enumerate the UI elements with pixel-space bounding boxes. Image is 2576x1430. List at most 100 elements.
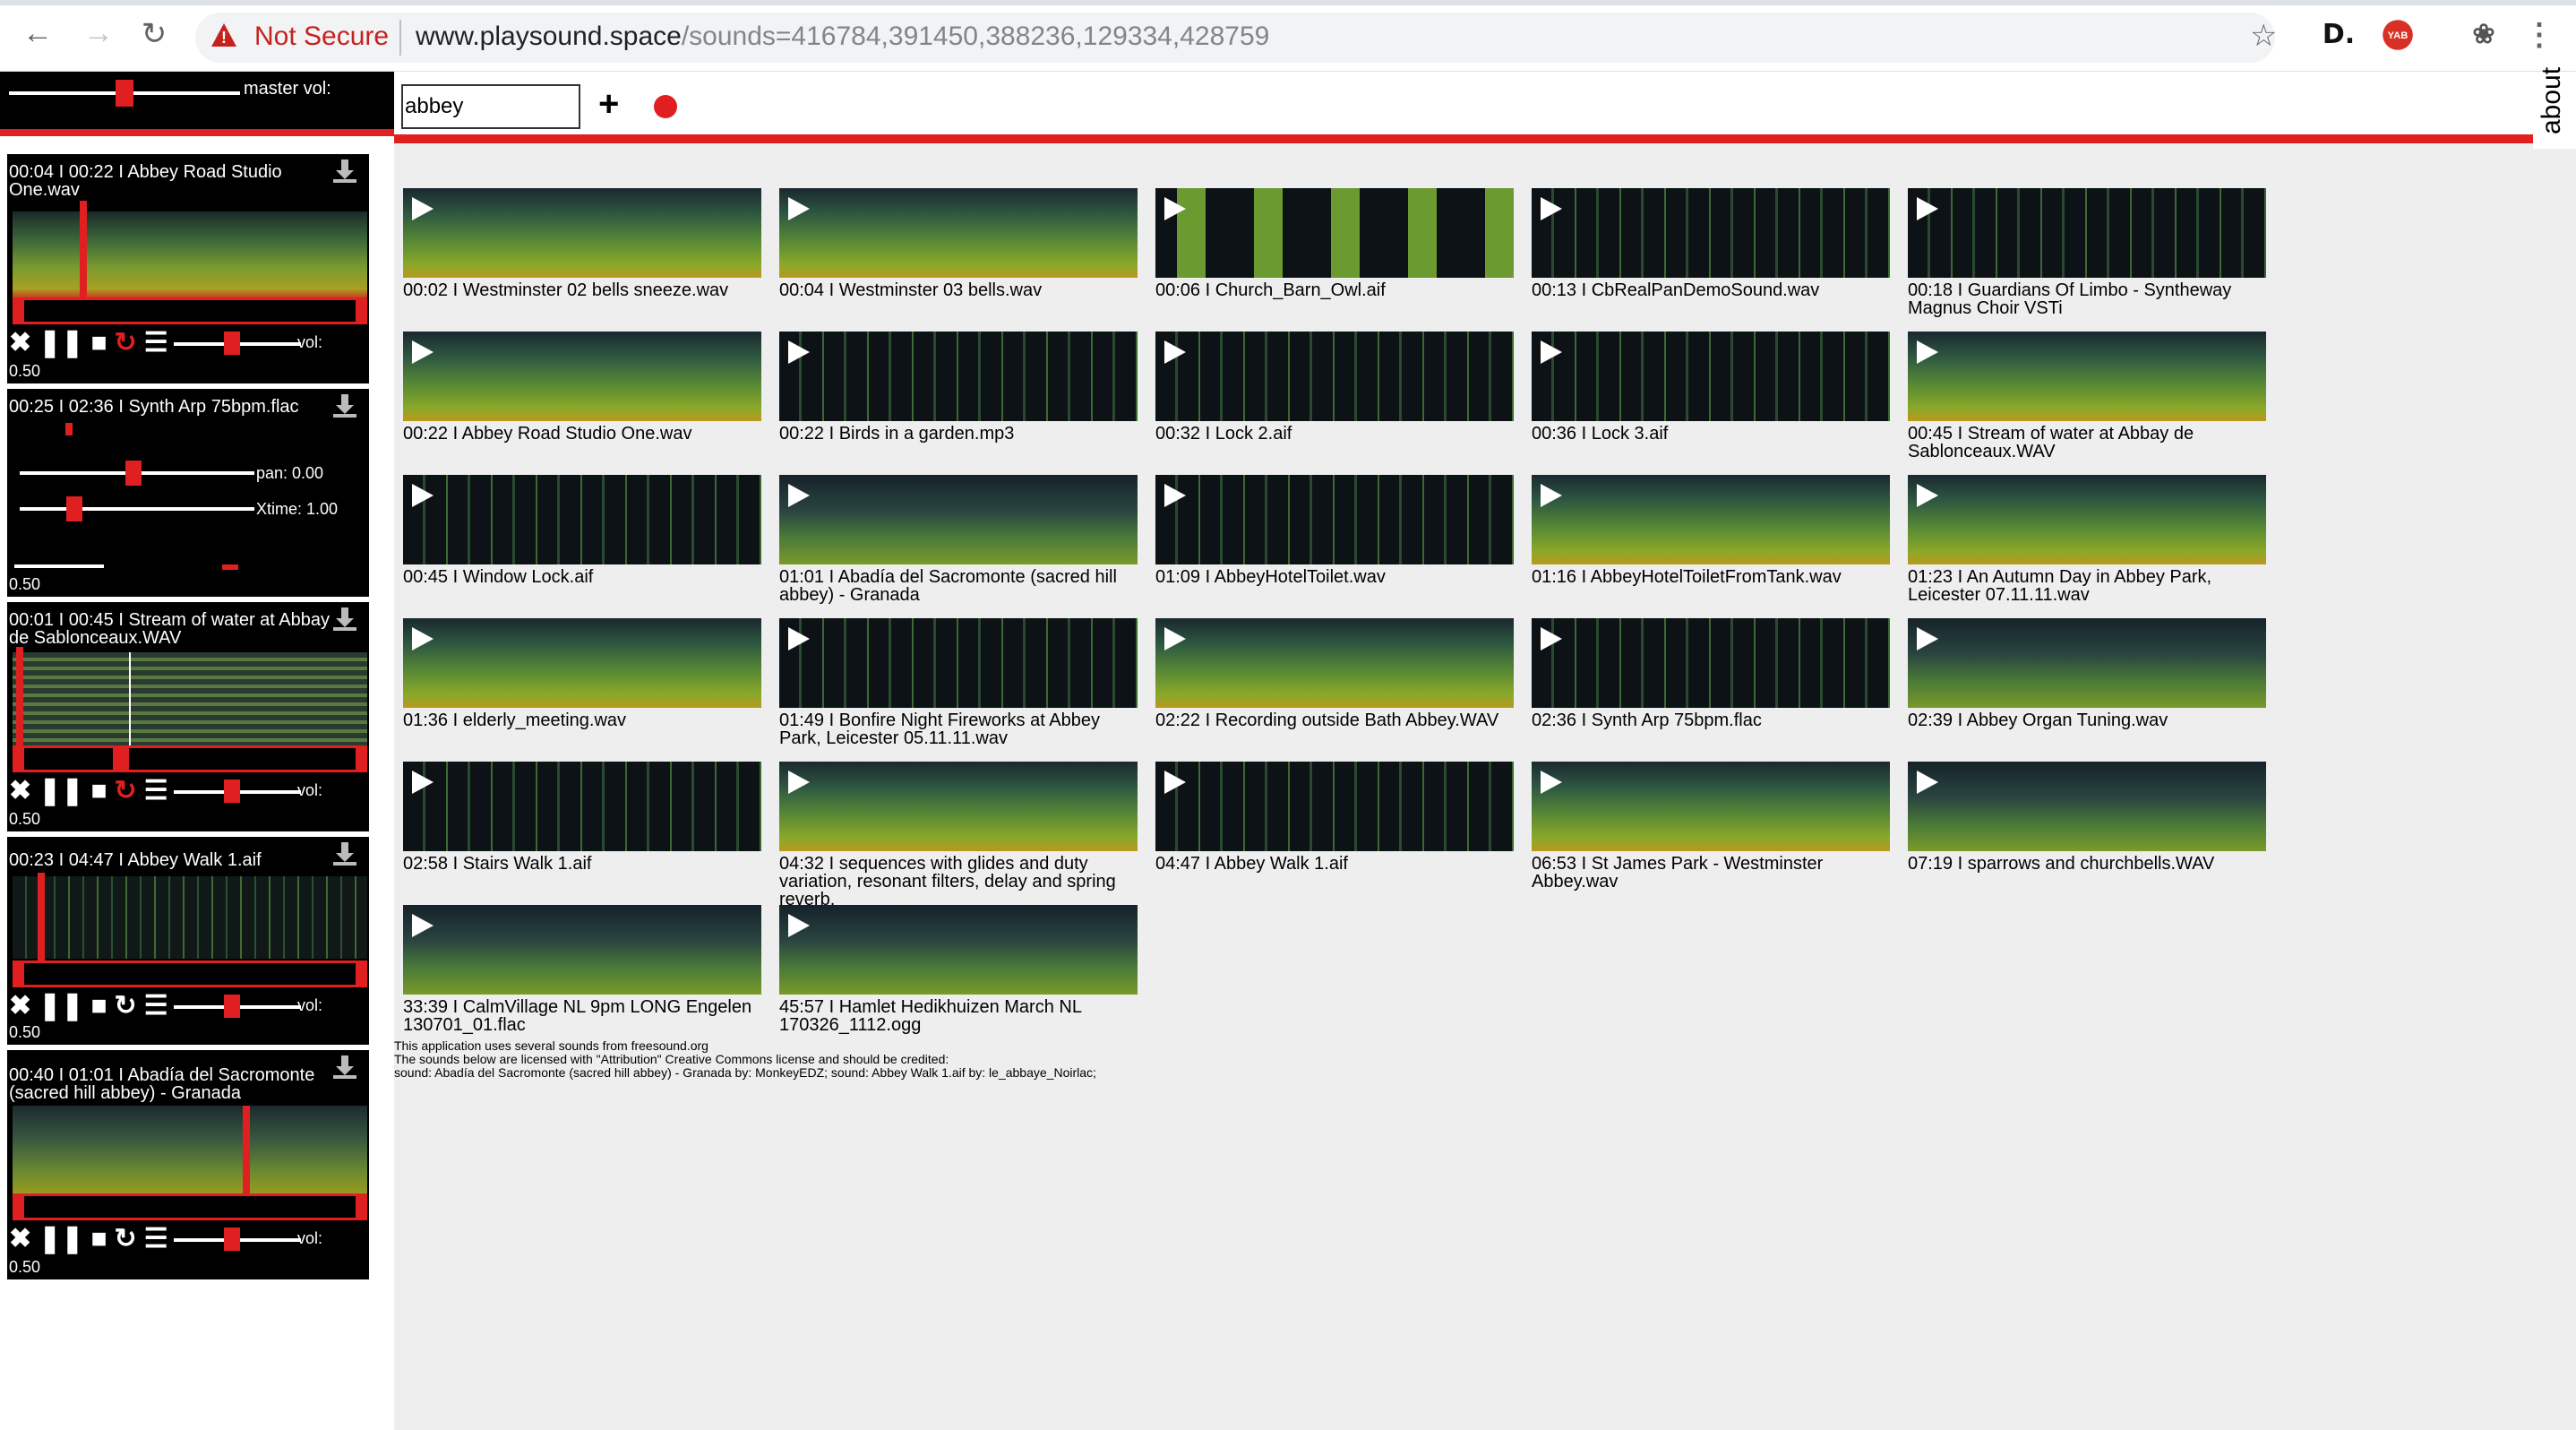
result-spectrogram[interactable] — [1532, 332, 1890, 421]
player-volume-handle[interactable] — [224, 995, 240, 1018]
play-icon[interactable] — [412, 197, 434, 220]
result-spectrogram[interactable] — [779, 475, 1138, 564]
play-icon[interactable] — [1917, 484, 1938, 507]
loop-region[interactable] — [13, 1193, 367, 1220]
result-spectrogram[interactable] — [1532, 475, 1890, 564]
sound-result[interactable]: 04:47 I Abbey Walk 1.aif — [1155, 762, 1514, 873]
loop-icon[interactable]: ↻ — [115, 330, 137, 357]
loop-region[interactable] — [13, 745, 367, 772]
result-spectrogram[interactable] — [403, 332, 761, 421]
sound-result[interactable]: 00:32 I Lock 2.aif — [1155, 332, 1514, 443]
play-icon[interactable] — [1164, 484, 1186, 507]
sound-result[interactable]: 01:49 I Bonfire Night Fireworks at Abbey… — [779, 618, 1138, 747]
download-icon[interactable] — [331, 1055, 358, 1082]
download-icon[interactable] — [331, 159, 358, 186]
result-spectrogram[interactable] — [1908, 618, 2266, 708]
result-spectrogram[interactable] — [1908, 188, 2266, 278]
xtime-handle[interactable] — [66, 496, 82, 521]
result-spectrogram[interactable] — [403, 618, 761, 708]
extension-d-icon[interactable]: D. — [2320, 16, 2357, 54]
play-icon[interactable] — [1541, 484, 1562, 507]
search-input[interactable] — [401, 84, 580, 129]
result-spectrogram[interactable] — [403, 762, 761, 851]
download-icon[interactable] — [331, 842, 358, 869]
extension-yab-icon[interactable]: YAB — [2383, 20, 2413, 50]
play-icon[interactable] — [1541, 627, 1562, 650]
result-spectrogram[interactable] — [779, 762, 1138, 851]
menu-icon[interactable]: ☰ — [144, 330, 168, 357]
sound-result[interactable]: 00:45 I Window Lock.aif — [403, 475, 761, 586]
loop-region[interactable] — [13, 961, 367, 987]
playhead[interactable] — [80, 201, 88, 299]
sound-result[interactable]: 45:57 I Hamlet Hedikhuizen March NL 1703… — [779, 905, 1138, 1034]
player-volume-handle[interactable] — [224, 1228, 240, 1251]
result-spectrogram[interactable] — [1155, 475, 1514, 564]
result-spectrogram[interactable] — [1908, 475, 2266, 564]
browser-menu-icon[interactable]: ⋮ — [2520, 16, 2558, 54]
extension-puzzle-icon[interactable]: ❀ — [2465, 16, 2503, 54]
sound-result[interactable]: 00:22 I Abbey Road Studio One.wav — [403, 332, 761, 443]
play-icon[interactable] — [788, 340, 810, 364]
play-icon[interactable] — [1541, 197, 1562, 220]
play-icon[interactable] — [412, 340, 434, 364]
stop-icon[interactable]: ■ — [90, 1226, 107, 1253]
play-icon[interactable] — [1917, 627, 1938, 650]
close-icon[interactable]: ✖ — [9, 993, 31, 1020]
sound-result[interactable]: 00:04 I Westminster 03 bells.wav — [779, 188, 1138, 299]
playhead[interactable] — [65, 423, 73, 435]
record-button[interactable] — [654, 95, 677, 118]
sound-result[interactable]: 00:18 I Guardians Of Limbo - Syntheway M… — [1908, 188, 2266, 317]
reload-icon[interactable]: ↻ — [134, 16, 174, 52]
play-icon[interactable] — [1164, 627, 1186, 650]
loop-icon[interactable]: ↻ — [115, 778, 137, 805]
back-icon[interactable]: ← — [18, 16, 57, 51]
bookmark-star-icon[interactable]: ☆ — [2250, 18, 2277, 54]
sound-result[interactable]: 33:39 I CalmVillage NL 9pm LONG Engelen … — [403, 905, 761, 1034]
sound-result[interactable]: 01:16 I AbbeyHotelToiletFromTank.wav — [1532, 475, 1890, 586]
loop-icon[interactable]: ↻ — [115, 1226, 137, 1253]
stop-icon[interactable]: ■ — [90, 993, 107, 1020]
player-spectrogram[interactable] — [13, 1106, 367, 1193]
about-tab[interactable]: about — [2533, 67, 2576, 149]
result-spectrogram[interactable] — [403, 905, 761, 995]
playhead[interactable] — [37, 873, 45, 962]
loop-end-marker[interactable] — [113, 745, 129, 772]
player-spectrogram[interactable] — [13, 211, 367, 297]
add-button[interactable]: + — [598, 86, 619, 122]
sound-result[interactable]: 00:45 I Stream of water at Abbay de Sabl… — [1908, 332, 2266, 461]
result-spectrogram[interactable] — [779, 905, 1138, 995]
close-icon[interactable]: ✖ — [9, 330, 31, 357]
stop-icon[interactable]: ■ — [90, 778, 107, 805]
menu-icon[interactable]: ☰ — [144, 1226, 168, 1253]
loop-icon[interactable]: ↻ — [115, 993, 137, 1020]
play-icon[interactable] — [1917, 197, 1938, 220]
player-volume-handle[interactable] — [224, 332, 240, 355]
menu-icon[interactable]: ☰ — [144, 778, 168, 805]
pan-handle[interactable] — [125, 461, 142, 486]
result-spectrogram[interactable] — [1908, 762, 2266, 851]
xtime-track[interactable] — [20, 507, 254, 511]
sound-result[interactable]: 00:02 I Westminster 02 bells sneeze.wav — [403, 188, 761, 299]
play-icon[interactable] — [1541, 771, 1562, 794]
playhead[interactable] — [243, 1106, 251, 1195]
sound-result[interactable]: 00:22 I Birds in a garden.mp3 — [779, 332, 1138, 443]
play-icon[interactable] — [1541, 340, 1562, 364]
result-spectrogram[interactable] — [1155, 332, 1514, 421]
close-icon[interactable]: ✖ — [9, 1226, 31, 1253]
play-icon[interactable] — [1164, 771, 1186, 794]
player-spectrogram[interactable] — [13, 876, 367, 959]
play-icon[interactable] — [788, 914, 810, 937]
play-icon[interactable] — [412, 771, 434, 794]
play-icon[interactable] — [412, 627, 434, 650]
pause-icon[interactable]: ❚❚ — [39, 993, 83, 1020]
result-spectrogram[interactable] — [1532, 188, 1890, 278]
url-text[interactable]: www.playsound.space/sounds=416784,391450… — [416, 22, 1269, 52]
player-volume-handle[interactable] — [224, 780, 240, 803]
sound-result[interactable]: 02:58 I Stairs Walk 1.aif — [403, 762, 761, 873]
result-spectrogram[interactable] — [1155, 762, 1514, 851]
pause-icon[interactable]: ❚❚ — [39, 778, 83, 805]
result-spectrogram[interactable] — [779, 618, 1138, 708]
download-icon[interactable] — [331, 394, 358, 421]
sound-result[interactable]: 04:32 I sequences with glides and duty v… — [779, 762, 1138, 909]
close-icon[interactable]: ✖ — [9, 778, 31, 805]
